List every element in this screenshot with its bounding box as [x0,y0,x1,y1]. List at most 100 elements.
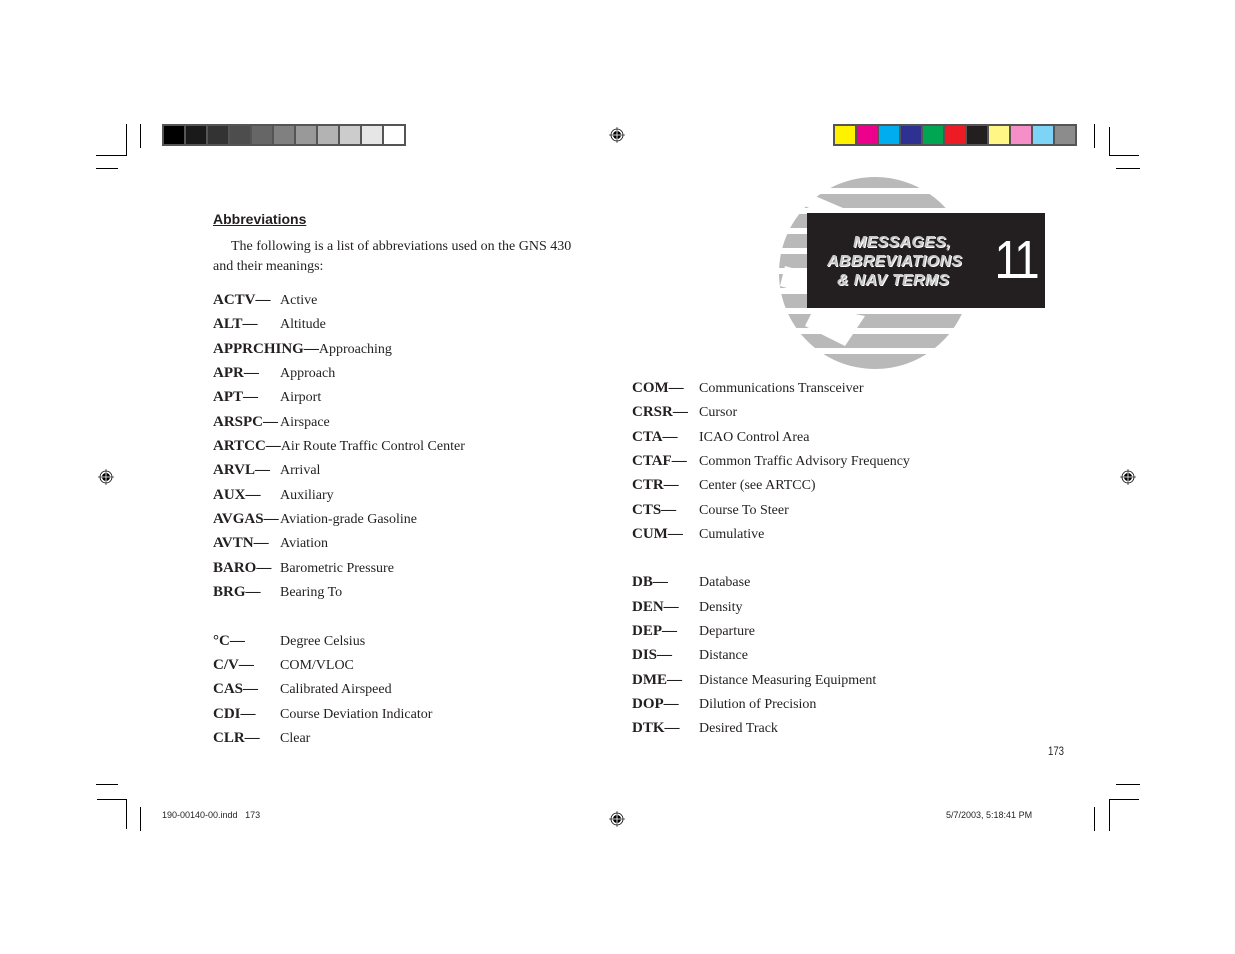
abbreviation-meaning: Departure [699,624,755,639]
abbreviation-meaning: COM/VLOC [280,658,354,673]
color-swatch [1033,126,1053,144]
abbreviation-entry: DB— Database [632,572,750,592]
abbreviation-entry: DOP— Dilution of Precision [632,694,816,714]
color-swatch [208,126,228,144]
abbreviation-meaning: Distance [699,648,748,663]
crop-mark [1109,799,1110,831]
abbreviation-entry: AVGAS—Aviation-grade Gasoline [213,509,417,529]
abbreviation-entry: APR— Approach [213,363,335,383]
chapter-title: MESSAGES, ABBREVIATIONS & NAV TERMS [827,233,962,290]
abbreviation-term: CLR— [213,730,260,746]
abbreviation-entry: °C— Degree Celsius [213,631,365,651]
abbreviation-meaning: Aviation-grade Gasoline [280,512,417,527]
abbreviation-term: C/V— [213,657,254,673]
abbreviation-entry: AVTN— Aviation [213,533,328,553]
abbreviation-entry: CTR— Center (see ARTCC) [632,475,816,495]
abbreviation-meaning: Density [699,600,743,615]
crop-mark [140,807,141,831]
abbreviation-meaning: Airport [280,390,322,405]
abbreviation-meaning: Arrival [280,463,321,478]
color-swatch [879,126,899,144]
color-swatch [1011,126,1031,144]
abbreviation-entry: APT— Airport [213,387,321,407]
color-swatch [857,126,877,144]
abbreviation-entry: ARSPC— Airspace [213,412,330,432]
color-swatch [362,126,382,144]
abbreviation-term: APPRCHING— [213,341,319,357]
abbreviation-meaning: Common Traffic Advisory Frequency [699,454,910,469]
page-number: 173 [1048,744,1065,758]
color-swatch [989,126,1009,144]
crop-mark [1116,168,1140,169]
abbreviation-entry: DTK— Desired Track [632,718,778,738]
abbreviation-entry: CAS— Calibrated Airspeed [213,679,392,699]
slug-timestamp: 5/7/2003, 5:18:41 PM [946,810,1033,820]
abbreviation-term: AUX— [213,487,261,503]
abbreviation-term: °C— [213,633,245,649]
abbreviation-entry: CLR— Clear [213,728,310,748]
abbreviation-meaning: Bearing To [280,585,343,600]
abbreviation-entry: CDI— Course Deviation Indicator [213,704,432,724]
abbreviation-meaning: Database [699,575,751,590]
abbreviation-meaning: Aviation [280,536,328,551]
abbreviation-term: CTS— [632,502,677,518]
abbreviation-meaning: Distance Measuring Equipment [699,673,877,688]
color-swatch [186,126,206,144]
abbreviation-meaning: Cursor [699,405,738,420]
abbreviation-term: COM— [632,380,684,396]
abbreviation-meaning: Communications Transceiver [699,381,864,396]
abbreviation-entry: C/V— COM/VLOC [213,655,354,675]
crop-mark [140,124,141,148]
abbreviation-term: CAS— [213,681,259,697]
crop-mark [97,799,127,800]
color-swatch [252,126,272,144]
registration-mark-icon [609,811,625,827]
abbreviation-entry: ACTV— Active [213,290,317,310]
abbreviation-term: DEN— [632,599,679,615]
abbreviation-entry: CTAF— Common Traffic Advisory Frequency [632,451,910,471]
abbreviation-term: ARTCC— [213,438,281,454]
abbreviation-meaning: Barometric Pressure [280,561,394,576]
abbreviation-meaning: Auxiliary [280,488,334,503]
crop-mark [96,155,127,156]
crop-mark [96,784,118,785]
abbreviation-meaning: Altitude [280,317,326,332]
abbreviation-meaning: Air Route Traffic Control Center [280,439,465,454]
crop-mark [1094,124,1095,148]
abbreviation-term: CDI— [213,706,256,722]
color-swatch [1055,126,1075,144]
crop-mark [1116,784,1140,785]
crop-mark [1109,155,1139,156]
abbreviation-term: AVTN— [213,535,269,551]
abbreviation-meaning: Active [280,293,318,308]
abbreviation-meaning: Center (see ARTCC) [699,478,816,493]
abbreviation-entry: APPRCHING—Approaching [213,339,392,359]
abbreviation-entry: ARTCC—Air Route Traffic Control Center [213,436,465,456]
abbreviation-entry: CRSR— Cursor [632,402,737,422]
abbreviation-entry: DME— Distance Measuring Equipment [632,670,876,690]
grayscale-swatch-bar [162,124,406,146]
abbreviation-entry: DIS— Distance [632,645,748,665]
abbreviation-entry: COM— Communications Transceiver [632,378,864,398]
abbreviation-term: ALT— [213,316,258,332]
abbreviation-entry: CUM— Cumulative [632,524,764,544]
abbreviation-entry: BRG— Bearing To [213,582,342,602]
color-swatch [384,126,404,144]
crop-mark [1109,127,1110,155]
abbreviation-term: CTR— [632,477,679,493]
color-swatch [835,126,855,144]
abbreviation-entry: DEP— Departure [632,621,755,641]
abbreviation-term: BRG— [213,584,261,600]
section-title: Abbreviations [213,211,307,227]
abbreviation-term: APT— [213,389,258,405]
abbreviation-term: ARSPC— [213,414,279,430]
abbreviation-meaning: Course To Steer [699,503,789,518]
abbreviation-entry: ALT— Altitude [213,314,326,334]
abbreviation-term: APR— [213,365,259,381]
abbreviation-meaning: Clear [280,731,311,746]
abbreviation-term: DB— [632,574,668,590]
abbreviation-term: ACTV— [213,292,271,308]
registration-mark-icon [1120,469,1136,485]
chapter-header: MESSAGES, ABBREVIATIONS & NAV TERMS 11 [807,213,1045,308]
abbreviation-term: CRSR— [632,404,688,420]
